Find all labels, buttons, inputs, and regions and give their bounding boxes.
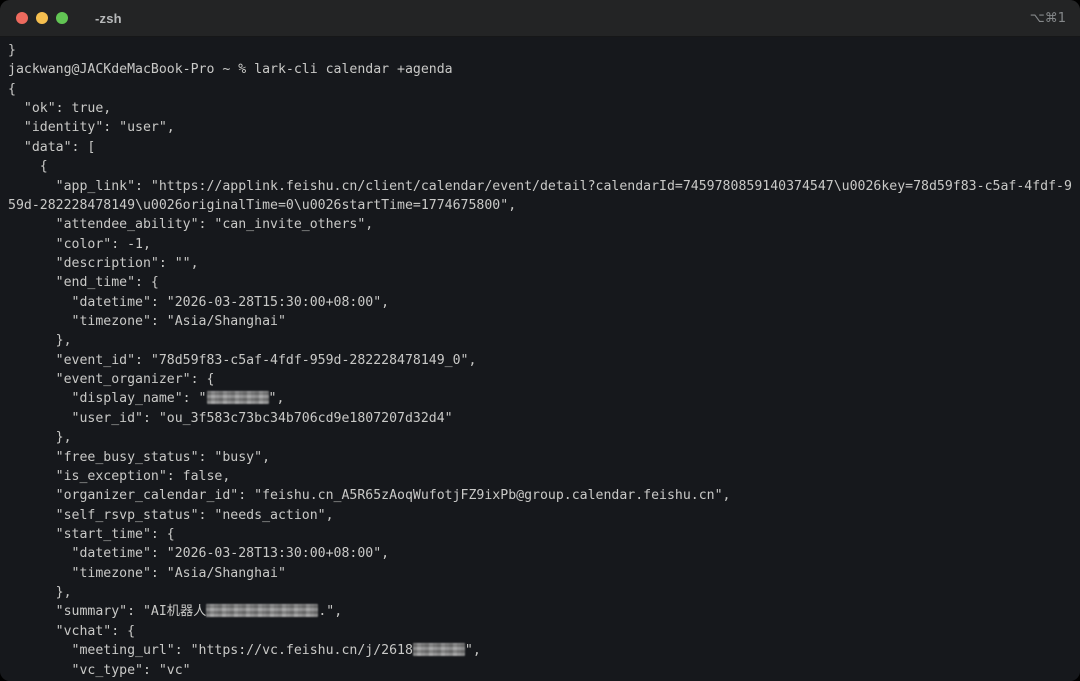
terminal-line: { — [8, 80, 1080, 99]
terminal-window: -zsh ⌥⌘1 }jackwang@JACKdeMacBook-Pro ~ %… — [0, 0, 1080, 681]
window-title: -zsh — [95, 11, 122, 26]
terminal-line: "self_rsvp_status": "needs_action", — [8, 506, 1080, 525]
terminal-line: "meeting_url": "https://vc.feishu.cn/j/2… — [8, 641, 1080, 660]
terminal-line: "end_time": { — [8, 273, 1080, 292]
terminal-line: "display_name": "", — [8, 389, 1080, 408]
terminal-line: 59d-282228478149\u0026originalTime=0\u00… — [8, 196, 1080, 215]
minimize-button[interactable] — [36, 12, 48, 24]
terminal-line: "vchat": { — [8, 622, 1080, 641]
terminal-line: "timezone": "Asia/Shanghai" — [8, 564, 1080, 583]
terminal-line: } — [8, 41, 1080, 60]
terminal-line: "vc_type": "vc" — [8, 661, 1080, 680]
redacted-meeting-id — [413, 643, 465, 656]
terminal-output[interactable]: }jackwang@JACKdeMacBook-Pro ~ % lark-cli… — [0, 37, 1080, 681]
terminal-line: "data": [ — [8, 138, 1080, 157]
fullscreen-button[interactable] — [56, 12, 68, 24]
terminal-line: "datetime": "2026-03-28T13:30:00+08:00", — [8, 544, 1080, 563]
terminal-line: "summary": "AI机器人.", — [8, 602, 1080, 621]
terminal-line: "event_id": "78d59f83-c5af-4fdf-959d-282… — [8, 351, 1080, 370]
terminal-line: "color": -1, — [8, 235, 1080, 254]
terminal-line: jackwang@JACKdeMacBook-Pro ~ % lark-cli … — [8, 60, 1080, 79]
terminal-line: "is_exception": false, — [8, 467, 1080, 486]
terminal-line: }, — [8, 331, 1080, 350]
traffic-lights — [16, 12, 68, 24]
terminal-line: { — [8, 157, 1080, 176]
terminal-line: "timezone": "Asia/Shanghai" — [8, 312, 1080, 331]
terminal-line: "free_busy_status": "busy", — [8, 448, 1080, 467]
terminal-line: "user_id": "ou_3f583c73bc34b706cd9e18072… — [8, 409, 1080, 428]
terminal-line: "attendee_ability": "can_invite_others", — [8, 215, 1080, 234]
titlebar[interactable]: -zsh ⌥⌘1 — [0, 0, 1080, 37]
tab-shortcut-hint: ⌥⌘1 — [1030, 11, 1066, 26]
terminal-line: }, — [8, 583, 1080, 602]
terminal-line: "start_time": { — [8, 525, 1080, 544]
terminal-line: }, — [8, 428, 1080, 447]
terminal-line: "description": "", — [8, 254, 1080, 273]
terminal-line: "organizer_calendar_id": "feishu.cn_A5R6… — [8, 486, 1080, 505]
terminal-line: "identity": "user", — [8, 118, 1080, 137]
terminal-line: "event_organizer": { — [8, 370, 1080, 389]
terminal-line: "app_link": "https://applink.feishu.cn/c… — [8, 177, 1080, 196]
redacted-display-name — [207, 391, 269, 404]
terminal-line: "datetime": "2026-03-28T15:30:00+08:00", — [8, 293, 1080, 312]
redacted-summary — [206, 604, 318, 617]
terminal-line: "ok": true, — [8, 99, 1080, 118]
close-button[interactable] — [16, 12, 28, 24]
